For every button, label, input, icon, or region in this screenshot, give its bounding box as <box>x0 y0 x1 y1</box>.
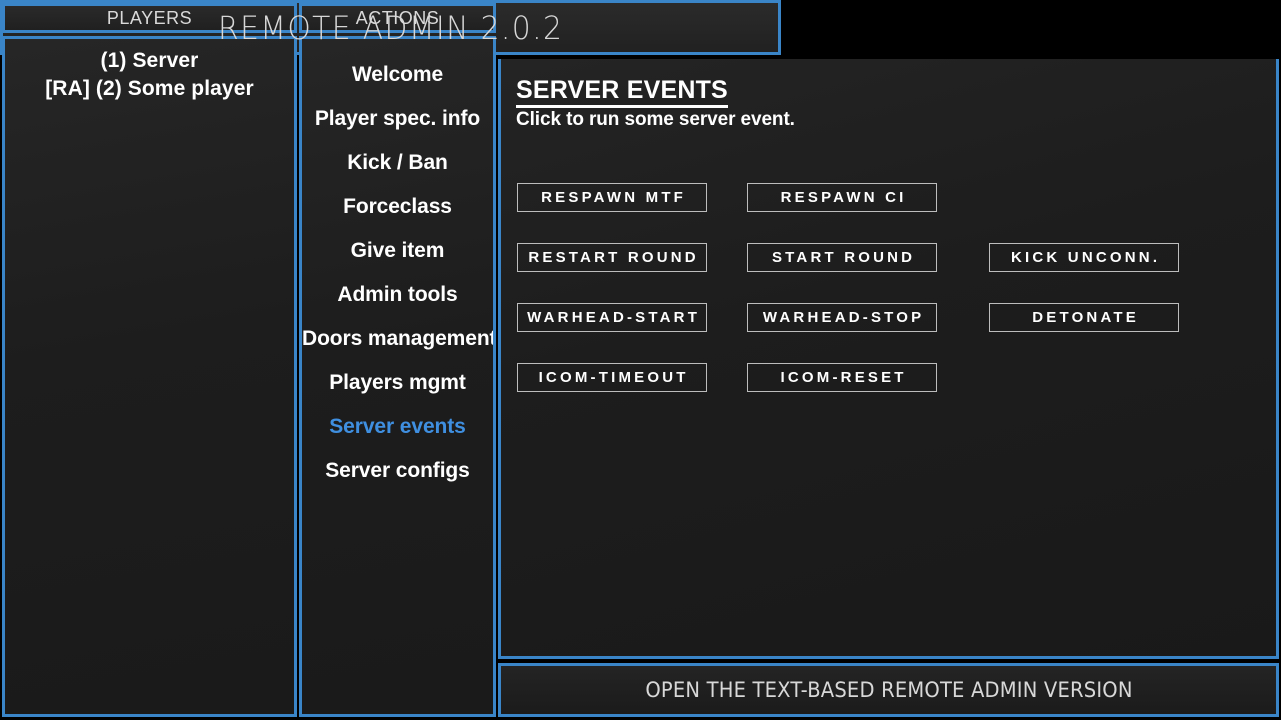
button-row: WARHEAD-START WARHEAD-STOP DETONATE <box>514 303 1254 363</box>
button-row: RESTART ROUND START ROUND KICK UNCONN. <box>514 243 1254 303</box>
action-item-players-mgmt[interactable]: Players mgmt <box>302 361 493 405</box>
warhead-start-button[interactable]: WARHEAD-START <box>517 303 707 332</box>
server-events-button-grid: RESPAWN MTF RESPAWN CI RESTART ROUND STA… <box>514 183 1254 423</box>
page-subtitle: Click to run some server event. <box>516 109 795 130</box>
detonate-button[interactable]: DETONATE <box>989 303 1179 332</box>
icom-reset-button[interactable]: ICOM-RESET <box>747 363 937 392</box>
main-content-panel: SERVER EVENTS Click to run some server e… <box>498 59 1279 659</box>
remote-admin-window: PLAYERS (1) Server [RA] (2) Some player … <box>0 0 1281 720</box>
open-text-based-remote-admin-label: OPEN THE TEXT-BASED REMOTE ADMIN VERSION <box>644 678 1133 702</box>
start-round-button[interactable]: START ROUND <box>747 243 937 272</box>
player-list-item[interactable]: [RA] (2) Some player <box>5 75 294 103</box>
action-item-admin-tools[interactable]: Admin tools <box>302 273 493 317</box>
icom-timeout-button[interactable]: ICOM-TIMEOUT <box>517 363 707 392</box>
actions-menu: Welcome Player spec. info Kick / Ban For… <box>299 36 496 717</box>
action-item-kick-ban[interactable]: Kick / Ban <box>302 141 493 185</box>
action-item-server-configs[interactable]: Server configs <box>302 449 493 493</box>
action-item-welcome[interactable]: Welcome <box>302 53 493 97</box>
restart-round-button[interactable]: RESTART ROUND <box>517 243 707 272</box>
action-item-player-spec-info[interactable]: Player spec. info <box>302 97 493 141</box>
button-row: RESPAWN MTF RESPAWN CI <box>514 183 1254 243</box>
action-item-forceclass[interactable]: Forceclass <box>302 185 493 229</box>
button-row: ICOM-TIMEOUT ICOM-RESET <box>514 363 1254 423</box>
warhead-stop-button[interactable]: WARHEAD-STOP <box>747 303 937 332</box>
players-list: (1) Server [RA] (2) Some player <box>2 36 297 717</box>
open-text-based-remote-admin-button[interactable]: OPEN THE TEXT-BASED REMOTE ADMIN VERSION <box>498 663 1279 717</box>
action-item-server-events[interactable]: Server events <box>302 405 493 449</box>
players-panel-title: PLAYERS <box>106 7 193 28</box>
page-title: SERVER EVENTS <box>516 76 728 108</box>
kick-unconn-button[interactable]: KICK UNCONN. <box>989 243 1179 272</box>
app-title: REMOTE ADMIN 2.0.2 <box>217 8 564 47</box>
action-item-doors-management[interactable]: Doors management <box>302 317 493 361</box>
player-list-item[interactable]: (1) Server <box>5 47 294 75</box>
action-item-give-item[interactable]: Give item <box>302 229 493 273</box>
respawn-mtf-button[interactable]: RESPAWN MTF <box>517 183 707 212</box>
respawn-ci-button[interactable]: RESPAWN CI <box>747 183 937 212</box>
